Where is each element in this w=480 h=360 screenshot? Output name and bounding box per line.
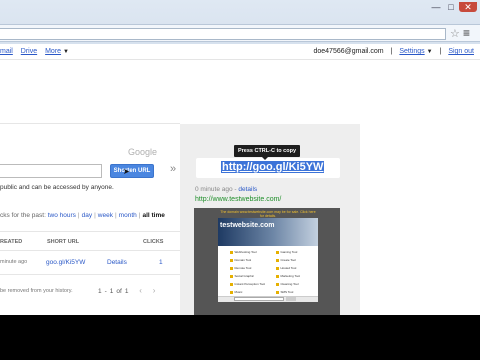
gbar-link-drive[interactable]: Drive: [21, 48, 37, 55]
google-logo: Google: [128, 147, 158, 157]
range-month[interactable]: month: [119, 212, 137, 219]
thumbnail-item: Webhosting Tool: [230, 250, 257, 254]
range-all-time[interactable]: all time: [142, 212, 164, 219]
history-note: be removed from your history.: [0, 288, 73, 294]
column-clicks: CLICKS: [143, 239, 164, 245]
copy-tooltip: Press CTRL-C to copy: [234, 145, 300, 157]
address-bar[interactable]: [0, 28, 446, 40]
column-created: REATED: [0, 239, 23, 245]
row-short-url-link[interactable]: goo.gl/Ki5YW: [46, 259, 85, 266]
range-week[interactable]: week: [98, 212, 113, 219]
mouse-cursor-icon: ➤: [123, 167, 130, 176]
thumbnail-header: The domain www.testwebsite.com may be fo…: [220, 210, 316, 218]
gbar-link-more[interactable]: More: [45, 48, 61, 55]
row-clicks[interactable]: 1: [159, 259, 163, 266]
thumbnail-item: Social Graphic: [230, 274, 255, 278]
thumbnail-item: Hosted Tool: [276, 266, 297, 270]
thumbnail-item: Music: [230, 290, 243, 294]
chevron-down-icon[interactable]: ▼: [427, 49, 433, 55]
browser-toolbar: ☆ ≡: [0, 24, 480, 42]
details-link[interactable]: details: [238, 186, 257, 193]
thumbnail-item: Domain Tool: [230, 258, 252, 262]
chevron-right-icon[interactable]: ›: [153, 286, 156, 295]
thumbnail-item: Gaming Tool: [276, 250, 298, 254]
shorten-url-button[interactable]: Shorten URL: [110, 164, 154, 178]
thumbnail-search-box: [234, 297, 284, 301]
thumbnail-logo: testwebsite.com: [220, 222, 275, 229]
thumbnail-search-button: [286, 297, 296, 301]
pager-first: 1: [98, 288, 102, 295]
short-url-link[interactable]: http://goo.gl/Ki5YW: [221, 161, 325, 173]
page-thumbnail[interactable]: The domain www.testwebsite.com may be fo…: [194, 208, 340, 315]
thumbnail-item: Marketing Tool: [276, 274, 300, 278]
double-chevron-right-icon: »: [170, 163, 177, 175]
public-note: public and can be accessed by anyone.: [0, 184, 114, 191]
thumbnail-item: Create Tool: [276, 258, 296, 262]
chevron-down-icon[interactable]: ▼: [63, 49, 69, 55]
pager-dash: -: [104, 288, 107, 295]
created-time: 0 minute ago - details: [195, 186, 257, 193]
history-table-header: REATED SHORT URL CLICKS: [0, 231, 180, 251]
table-row: minute ago goo.gl/Ki5YW Details 1: [0, 251, 180, 275]
tooltip-tail: [262, 157, 268, 160]
star-icon[interactable]: ☆: [450, 27, 460, 40]
thumbnail-body: Webhosting Tool Domain Tool Remote Tool …: [218, 246, 318, 296]
chevron-left-icon[interactable]: ‹: [139, 286, 142, 295]
range-two-hours[interactable]: two hours: [48, 212, 76, 219]
pagination: 1-1 of 1 ‹ ›: [98, 286, 158, 295]
video-frame: — □ ✕ ☆ ≡ mail Drive More ▼ doe47566@gma…: [0, 0, 480, 360]
long-url-input[interactable]: [0, 164, 102, 178]
thumbnail-item: Remote Tool: [230, 266, 252, 270]
range-day[interactable]: day: [82, 212, 92, 219]
time-range-filter: cks for the past: two hours | day | week | mon…: [0, 212, 165, 219]
range-label: cks for the past:: [0, 212, 46, 219]
row-details-link[interactable]: Details: [107, 259, 127, 266]
google-bar: mail Drive More ▼ doe47566@gmail.com | S…: [0, 44, 480, 60]
thumbnail-item: Cleaning Tool: [276, 282, 299, 286]
column-short-url: SHORT URL: [47, 239, 80, 245]
long-url-link[interactable]: http://www.testwebsite.com/: [195, 196, 281, 203]
sign-out-link[interactable]: Sign out: [448, 48, 474, 55]
row-created: minute ago: [0, 259, 28, 265]
tab-strip: [0, 10, 480, 24]
menu-icon[interactable]: ≡: [463, 26, 470, 40]
account-email: doe47566@gmail.com: [313, 48, 384, 55]
pager-last: 1: [109, 288, 114, 295]
pager-total: 1: [124, 288, 129, 295]
gbar-link-mail[interactable]: mail: [0, 48, 13, 55]
settings-link[interactable]: Settings: [399, 48, 424, 55]
pager-of: of: [116, 288, 122, 295]
time-ago-text: 0 minute ago: [195, 186, 233, 193]
thumbnail-item: SMS Tool: [276, 290, 294, 294]
thumbnail-item: Instant Perception Tool: [230, 282, 265, 286]
